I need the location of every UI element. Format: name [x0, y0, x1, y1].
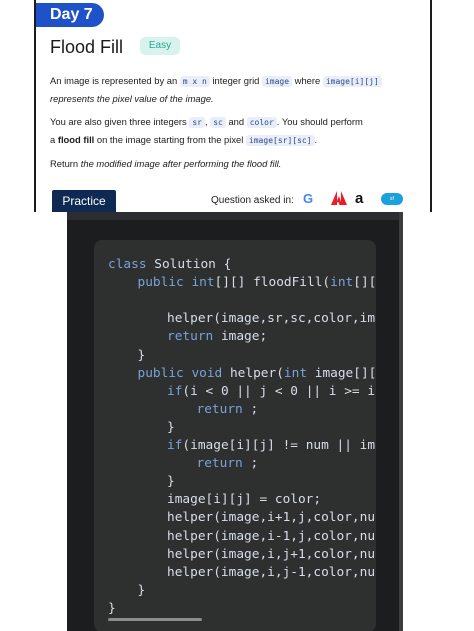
inline-code-image-ij: image[i][j] [322, 76, 382, 87]
code-token: } [108, 600, 116, 616]
code-line: } [108, 601, 116, 616]
code-token: } [167, 474, 175, 490]
code-line: helper(image,i,j+1,color,nu [167, 547, 375, 562]
description-paragraph-3: Return the modified image after performi… [50, 158, 282, 169]
adobe-logo-icon [331, 191, 347, 207]
inline-code-color: color [246, 117, 277, 128]
code-line: } [167, 420, 175, 435]
flood-fill-term: flood fill [57, 133, 95, 145]
code-line: return image; [167, 329, 267, 344]
code-token: Solution { [154, 257, 232, 272]
code-line: image[i][j] = color; [167, 492, 321, 507]
code-token: helper(image,i+1,j,color,nu [167, 510, 376, 526]
screen-edge [399, 212, 403, 631]
code-line: return ; [197, 456, 259, 471]
code-line: helper(image,sr,sc,color,im [167, 311, 375, 326]
code-token: helper(image,i,j-1,color,nu [167, 564, 376, 580]
code-screenshot: class Solution {public int[][] floodFill… [67, 212, 403, 631]
code-token: int [191, 275, 215, 291]
code-token: (image[i][j] != num || im [182, 438, 376, 453]
card-left-border [34, 0, 36, 212]
code-token: ; [250, 456, 259, 472]
code-token: void [191, 365, 230, 381]
code-line: helper(image,i+1,j,color,nu [167, 510, 375, 525]
code-line: helper(image,i,j-1,color,nu [167, 565, 375, 580]
code-token: return [196, 401, 251, 417]
code-token: int [283, 365, 315, 381]
google-logo-icon: G [303, 191, 314, 206]
code-token: helper( [229, 365, 284, 381]
code-token: (i < 0 || j < 0 || i >= i [182, 383, 376, 399]
code-block: class Solution {public int[][] floodFill… [94, 240, 376, 631]
problem-title: Flood Fill [50, 37, 124, 57]
code-token: image[][ [314, 365, 376, 381]
code-line: if(i < 0 || j < 0 || i >= i [167, 384, 375, 399]
salesforce-logo-icon: sf [381, 193, 403, 205]
code-token: class [108, 257, 155, 272]
inline-code-sc: sc [210, 117, 226, 128]
code-line: return ; [197, 402, 259, 417]
inline-code-image: image [261, 76, 293, 87]
code-line: class Solution { [108, 257, 231, 272]
description-paragraph-1: An image is represented by an m x n inte… [50, 73, 418, 107]
code-token: public [137, 275, 192, 291]
code-token: image[i][j] = color; [167, 492, 322, 508]
description-paragraph-2: You are also given three integers sr, sc… [50, 116, 363, 146]
code-line: public int[][] floodFill(int[][ [138, 275, 377, 290]
code-line: public void helper(int image[][ [138, 366, 377, 381]
code-token: if [167, 438, 183, 453]
code-token: } [137, 347, 146, 363]
code-token: helper(image,i,j+1,color,nu [167, 546, 376, 562]
code-token: helper(image,i-1,j,color,nu [167, 528, 376, 544]
code-line: if(image[i][j] != num || im [167, 438, 375, 453]
code-token: helper(image,sr,sc,color,im [167, 311, 376, 327]
inline-code-sr: sr [189, 117, 205, 128]
code-token: int [330, 275, 354, 291]
code-token: if [167, 383, 183, 399]
inline-code-dimensions: m x n [179, 76, 210, 87]
inline-code-start-pixel: image[sr][sc] [245, 134, 315, 146]
practice-button[interactable]: Practice [52, 190, 116, 212]
code-token: } [167, 419, 175, 435]
question-asked-label: Question asked in: [211, 195, 294, 206]
code-token: [][] floodFill( [214, 275, 331, 291]
horizontal-scrollbar[interactable] [108, 618, 202, 621]
code-top-strip [67, 212, 403, 220]
code-token: return [196, 456, 251, 472]
amazon-logo-icon: a [355, 190, 364, 207]
code-token: } [137, 582, 146, 598]
code-line: } [167, 474, 175, 489]
difficulty-badge: Easy [140, 37, 180, 55]
code-token: return [167, 329, 221, 345]
code-line: } [138, 348, 146, 363]
code-line: helper(image,i-1,j,color,nu [167, 529, 375, 544]
day-label: Day 7 [36, 3, 104, 27]
code-token: public [137, 365, 192, 381]
code-token: ; [250, 401, 259, 417]
card-right-border [430, 0, 432, 212]
code-token: [][ [353, 275, 376, 291]
code-token: image; [220, 329, 268, 345]
code-line: } [138, 583, 146, 598]
problem-card: Day 7 Flood Fill Easy An image is repres… [0, 0, 474, 212]
